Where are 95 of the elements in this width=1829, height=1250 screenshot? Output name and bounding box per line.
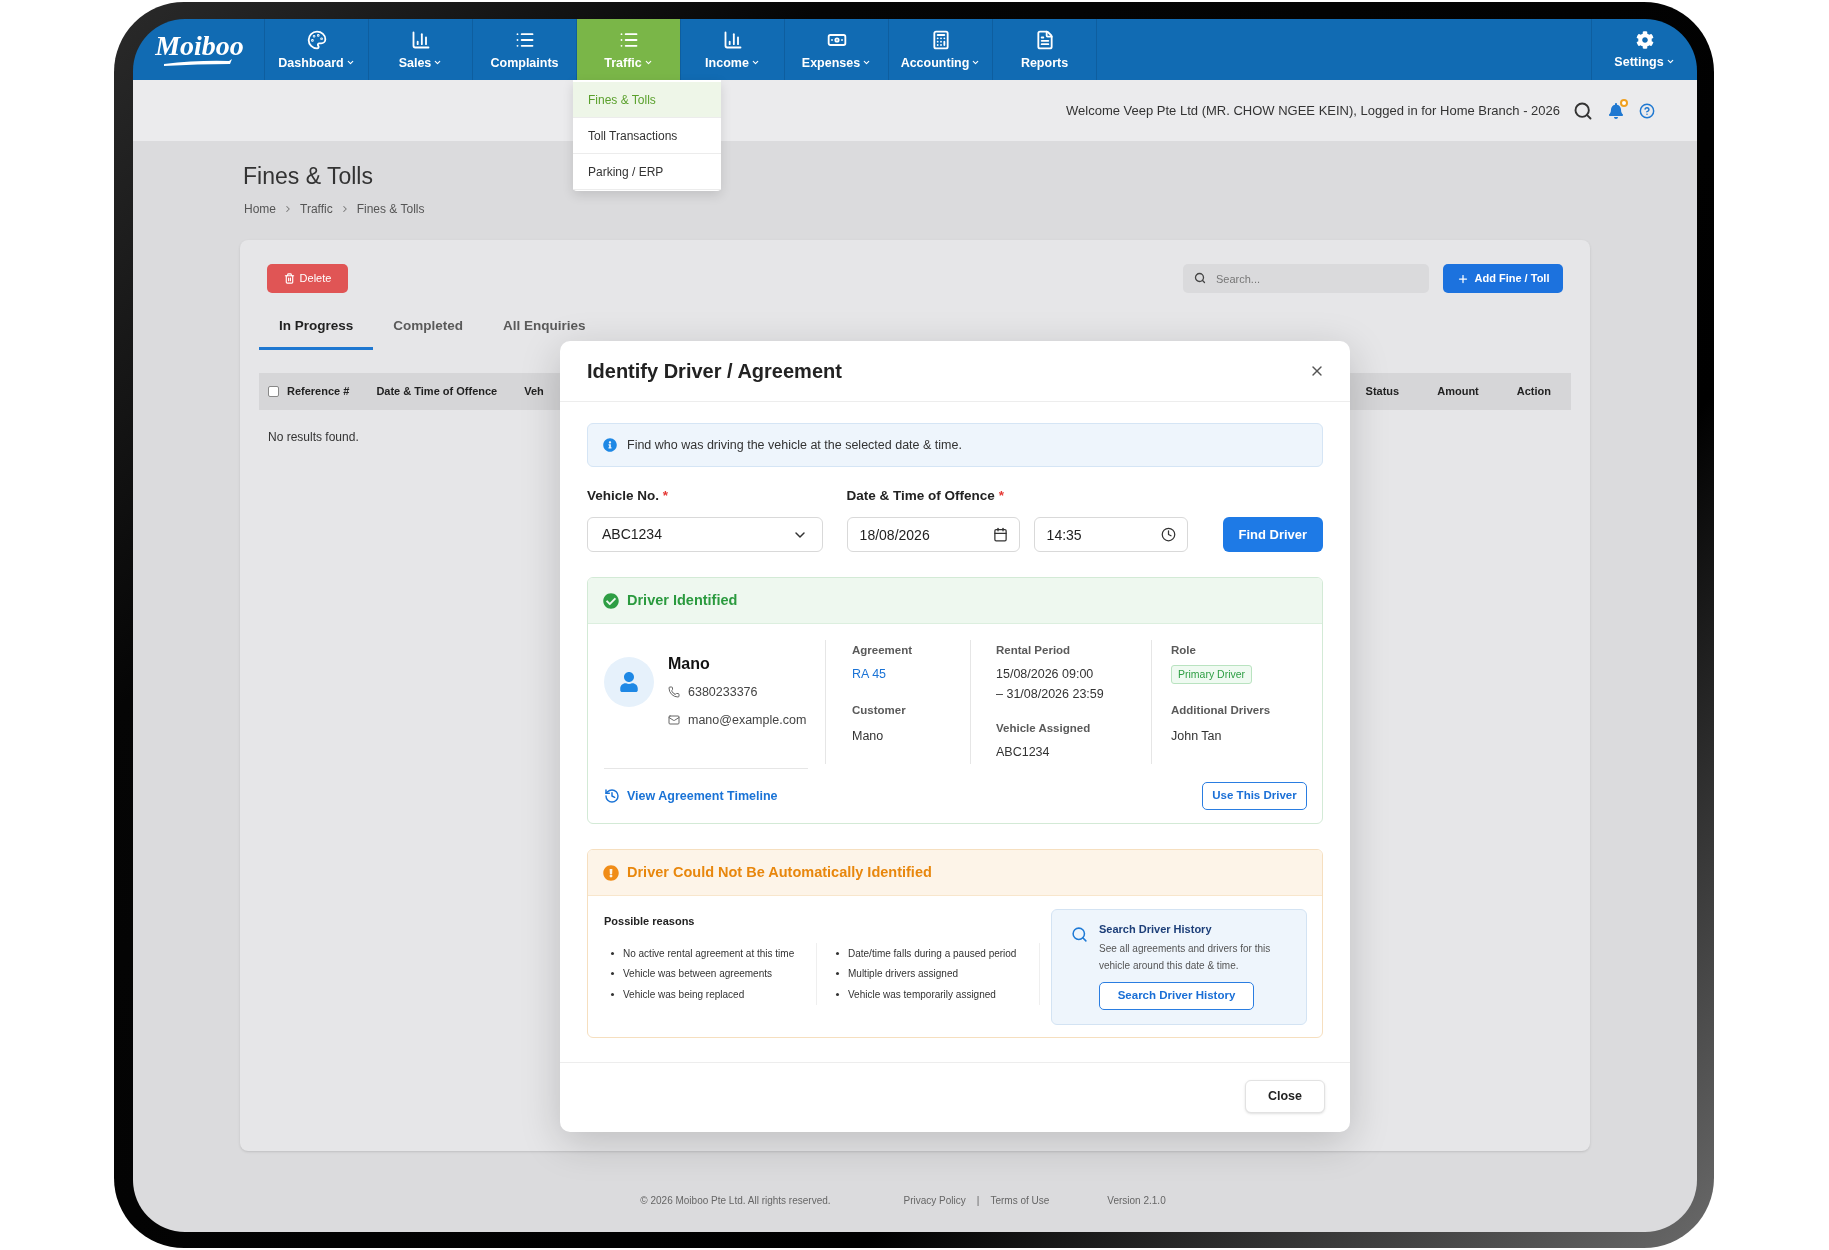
bullet-icon — [836, 972, 839, 976]
vehicle-select[interactable]: ABC1234 — [587, 517, 823, 552]
reason-text: Vehicle was temporarily assigned — [848, 987, 996, 1002]
history-icon — [604, 788, 620, 804]
palette-icon — [306, 29, 327, 50]
menu-item[interactable]: Toll Transactions — [573, 118, 721, 154]
plus-icon — [1456, 272, 1469, 285]
reason-text: Vehicle was between agreements — [623, 967, 772, 982]
search-icon — [1071, 926, 1088, 943]
mail-icon — [668, 714, 680, 726]
panel-title: Driver Identified — [627, 590, 738, 610]
phone-number: 6380233376 — [688, 683, 758, 701]
phone-icon — [668, 686, 680, 698]
bullet-icon — [611, 972, 614, 976]
column-header: Date & Time of Offence — [376, 384, 498, 400]
avatar-icon — [604, 657, 654, 707]
reason-text: No active rental agreement at this time — [623, 946, 795, 961]
search-icon[interactable] — [1573, 100, 1593, 121]
delete-button[interactable]: Delete — [267, 264, 348, 293]
column-header: Amount — [1437, 384, 1479, 400]
dialog-title: Identify Driver / Agreement — [587, 359, 842, 384]
reasons-heading: Possible reasons — [604, 914, 695, 928]
role-tag: Primary Driver — [1171, 665, 1253, 684]
clock-icon — [1160, 527, 1176, 542]
document-icon — [1034, 29, 1055, 50]
checkbox[interactable] — [268, 386, 279, 397]
detail-label: Vehicle Assigned — [996, 721, 1091, 735]
card-description: See all agreements and drivers for this vehicle around this date & time. — [1099, 942, 1272, 973]
column-header: Action — [1516, 384, 1551, 400]
search-history-button[interactable]: Search Driver History — [1099, 982, 1254, 1010]
reason-text: Multiple drivers assigned — [848, 967, 959, 982]
calculator-icon — [930, 29, 951, 50]
bullet-icon — [836, 951, 839, 955]
detail-value: Mano — [852, 728, 884, 744]
page-title: Fines & Tolls — [243, 162, 373, 190]
footer-link[interactable]: Privacy Policy — [903, 1194, 966, 1208]
column-header: Status — [1365, 384, 1400, 400]
alert-icon — [603, 864, 619, 881]
detail-label: Customer — [852, 703, 906, 717]
detail-value: ABC1234 — [996, 744, 1050, 760]
trash-icon — [283, 273, 295, 284]
detail-label: Additional Drivers — [1171, 703, 1271, 717]
timeline-link[interactable]: View Agreement Timeline — [604, 786, 778, 806]
version-text: Version 2.1.0 — [1107, 1194, 1166, 1208]
column-header: Veh — [524, 384, 544, 400]
field-label: Date & Time of Offence * — [846, 488, 1004, 504]
breadcrumb-link[interactable]: Traffic — [300, 201, 333, 217]
bell-icon[interactable] — [1608, 102, 1624, 119]
detail-value: – 31/08/2026 23:59 — [996, 686, 1104, 703]
logo[interactable]: Moiboo — [153, 32, 244, 67]
find-driver-button[interactable]: Find Driver — [1222, 517, 1323, 552]
close-button[interactable]: Close — [1245, 1080, 1325, 1113]
info-text: Find who was driving the vehicle at the selected date & time. — [627, 436, 962, 454]
search-field[interactable]: Search... — [1183, 264, 1429, 293]
field-label: Vehicle No. * — [587, 488, 669, 504]
bullet-icon — [611, 992, 614, 996]
detail-label: Rental Period — [996, 643, 1071, 657]
detail-value: John Tan — [1171, 728, 1222, 744]
reason-text: Vehicle was being replaced — [623, 987, 745, 1002]
use-driver-button[interactable]: Use This Driver — [1202, 782, 1307, 810]
calendar-icon — [992, 527, 1008, 542]
email-address: mano@example.com — [688, 711, 807, 729]
info-icon — [603, 438, 617, 452]
link-separator: | — [976, 1194, 980, 1208]
settings-icon — [1635, 30, 1654, 49]
panel-title: Driver Could Not Be Automatically Identified — [627, 862, 932, 882]
detail-label: Agreement — [852, 643, 913, 657]
empty-message: No results found. — [268, 429, 359, 445]
bar-chart-icon — [410, 29, 431, 50]
card-title: Search Driver History — [1099, 922, 1212, 936]
driver-name: Mano — [668, 655, 710, 673]
breadcrumb-link[interactable]: Home — [244, 201, 276, 217]
tab[interactable]: All Enquiries — [483, 306, 606, 350]
bullet-icon — [611, 951, 614, 955]
bullet-icon — [836, 992, 839, 996]
tab[interactable]: Completed — [373, 306, 484, 350]
welcome-text: Welcome Veep Pte Ltd (MR. CHOW NGEE KEIN), Logged in for Home Branch - 2026 — [1066, 101, 1560, 120]
bar-chart-icon — [722, 29, 743, 50]
column-header: Reference # — [287, 384, 350, 400]
menu-item[interactable]: Fines & Tolls — [573, 82, 721, 118]
copyright-text: © 2026 Moiboo Pte Ltd. All rights reserved. — [640, 1194, 831, 1208]
detail-value: 15/08/2026 09:00 — [996, 666, 1094, 683]
date-field[interactable]: 18/08/2026 — [846, 517, 1020, 552]
add-button[interactable]: Add Fine / Toll — [1443, 264, 1563, 293]
menu-item[interactable]: Parking / ERP — [573, 154, 721, 190]
help-icon[interactable] — [1639, 102, 1655, 119]
time-field[interactable]: 14:35 — [1033, 517, 1188, 552]
reason-text: Date/time falls during a paused period — [848, 946, 1017, 961]
detail-label: Role — [1171, 643, 1196, 657]
search-icon — [1194, 272, 1206, 284]
chevron-right-icon — [283, 204, 293, 214]
footer-link[interactable]: Terms of Use — [990, 1194, 1050, 1208]
breadcrumb-current: Fines & Tolls — [356, 201, 425, 217]
tab[interactable]: In Progress — [259, 306, 374, 350]
agreement-link[interactable]: RA 45 — [852, 666, 887, 682]
